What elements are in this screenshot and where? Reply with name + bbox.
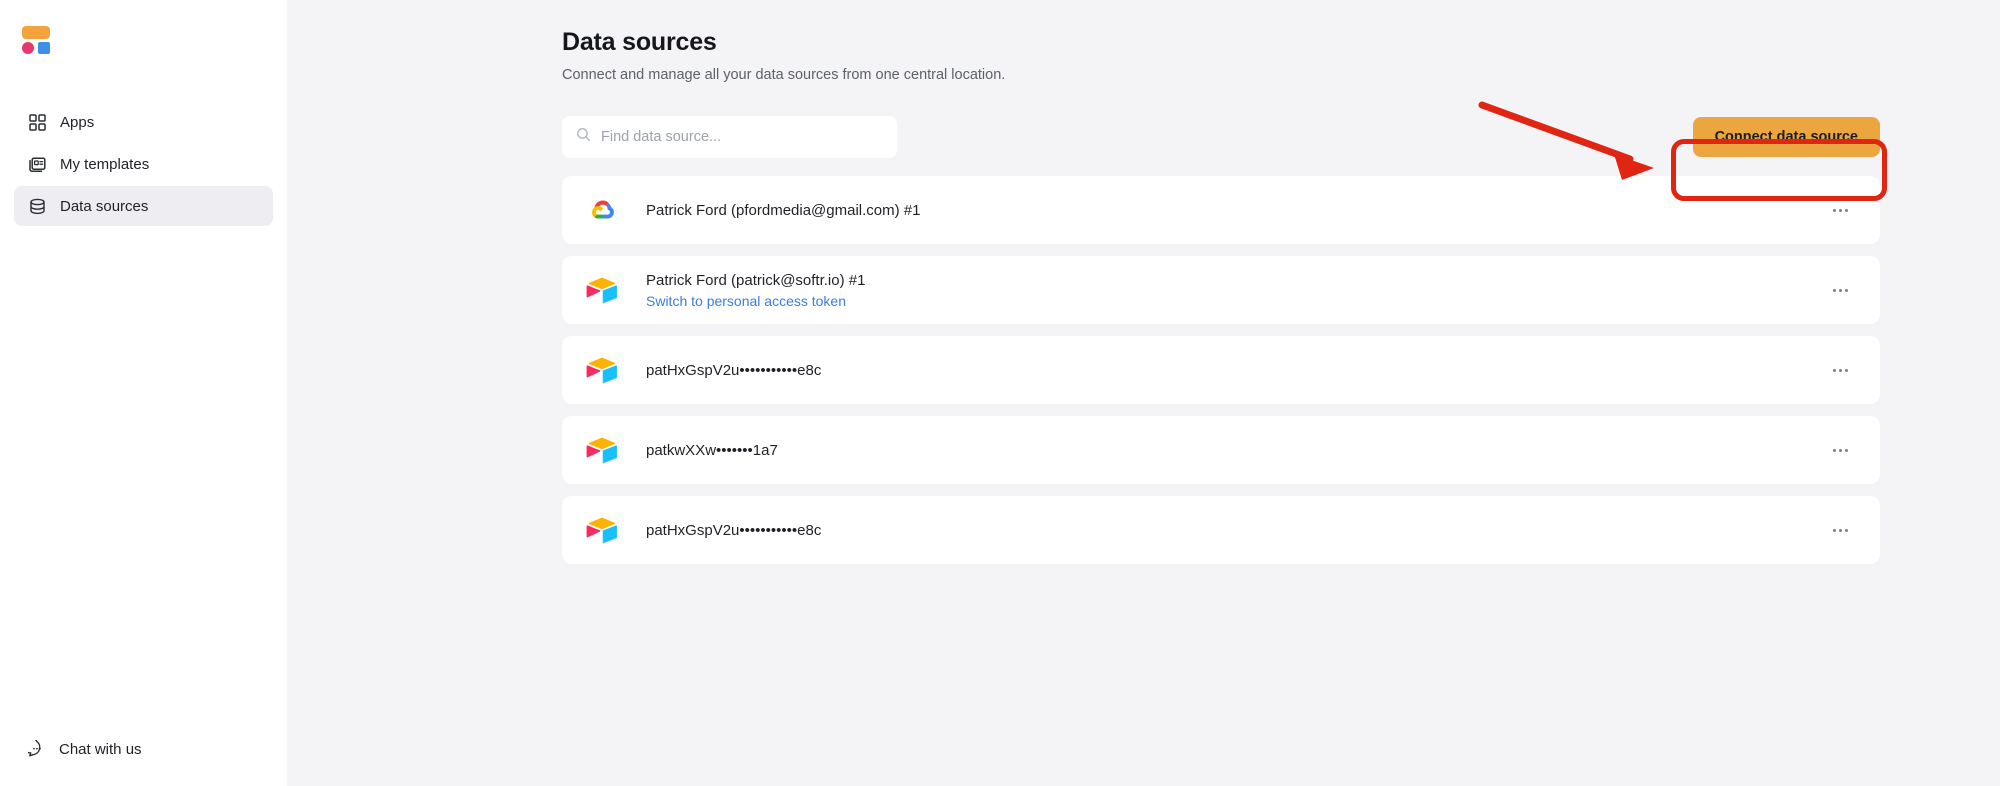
data-source-row[interactable]: Patrick Ford (patrick@softr.io) #1 Switc… — [562, 256, 1880, 324]
softr-logo[interactable] — [20, 18, 54, 56]
chat-with-us-button[interactable]: Chat with us — [14, 734, 273, 764]
sidebar-item-label: Data sources — [60, 199, 148, 214]
airtable-icon — [584, 432, 620, 468]
data-source-name: Patrick Ford (pfordmedia@gmail.com) #1 — [646, 202, 1826, 219]
more-options-icon[interactable] — [1826, 196, 1854, 224]
sidebar: Apps My templates Data so — [0, 0, 287, 786]
data-source-text: Patrick Ford (patrick@softr.io) #1 Switc… — [646, 272, 1826, 309]
sidebar-item-label: My templates — [60, 157, 149, 172]
content-inner: Data sources Connect and manage all your… — [287, 0, 2000, 564]
search-icon — [576, 127, 591, 147]
logo-square-shape — [38, 42, 50, 54]
templates-icon — [28, 155, 46, 173]
data-source-row[interactable]: patHxGspV2u•••••••••••e8c — [562, 336, 1880, 404]
airtable-icon — [584, 352, 620, 388]
data-source-row[interactable]: patHxGspV2u•••••••••••e8c — [562, 496, 1880, 564]
logo-circle-shape — [22, 42, 34, 54]
data-source-name: Patrick Ford (patrick@softr.io) #1 — [646, 272, 1826, 289]
sidebar-item-my-templates[interactable]: My templates — [14, 144, 273, 184]
sidebar-nav: Apps My templates Data so — [0, 102, 287, 226]
sidebar-item-apps[interactable]: Apps — [14, 102, 273, 142]
switch-to-personal-access-token-link[interactable]: Switch to personal access token — [646, 293, 1826, 309]
data-source-row[interactable]: patkwXXw•••••••1a7 — [562, 416, 1880, 484]
page-title: Data sources — [562, 28, 2000, 57]
connect-data-source-button[interactable]: Connect data source — [1693, 117, 1880, 157]
chat-bubble-icon — [28, 740, 46, 758]
toolbar: Connect data source — [562, 116, 1880, 158]
data-source-text: patkwXXw•••••••1a7 — [646, 442, 1826, 459]
search-data-source-box[interactable] — [562, 116, 897, 158]
data-source-name: patkwXXw•••••••1a7 — [646, 442, 1826, 459]
sidebar-item-label: Apps — [60, 115, 94, 130]
database-icon — [28, 197, 46, 215]
page-subtitle: Connect and manage all your data sources… — [562, 67, 2000, 83]
sidebar-item-data-sources[interactable]: Data sources — [14, 186, 273, 226]
data-source-name: patHxGspV2u•••••••••••e8c — [646, 522, 1826, 539]
more-options-icon[interactable] — [1826, 276, 1854, 304]
more-options-icon[interactable] — [1826, 356, 1854, 384]
chat-with-us-label: Chat with us — [59, 742, 142, 757]
data-sources-list: Patrick Ford (pfordmedia@gmail.com) #1 P… — [562, 176, 1880, 564]
data-source-text: Patrick Ford (pfordmedia@gmail.com) #1 — [646, 202, 1826, 219]
more-options-icon[interactable] — [1826, 436, 1854, 464]
data-source-text: patHxGspV2u•••••••••••e8c — [646, 522, 1826, 539]
main-content: Data sources Connect and manage all your… — [287, 0, 2000, 786]
logo-bar-shape — [22, 26, 50, 39]
chat-widget-container: Chat with us — [0, 734, 287, 786]
data-source-name: patHxGspV2u•••••••••••e8c — [646, 362, 1826, 379]
grid-icon — [28, 113, 46, 131]
logo-container[interactable] — [0, 0, 287, 56]
airtable-icon — [584, 272, 620, 308]
google-cloud-icon — [584, 192, 620, 228]
airtable-icon — [584, 512, 620, 548]
data-source-text: patHxGspV2u•••••••••••e8c — [646, 362, 1826, 379]
more-options-icon[interactable] — [1826, 516, 1854, 544]
data-source-row[interactable]: Patrick Ford (pfordmedia@gmail.com) #1 — [562, 176, 1880, 244]
search-input[interactable] — [601, 129, 883, 145]
